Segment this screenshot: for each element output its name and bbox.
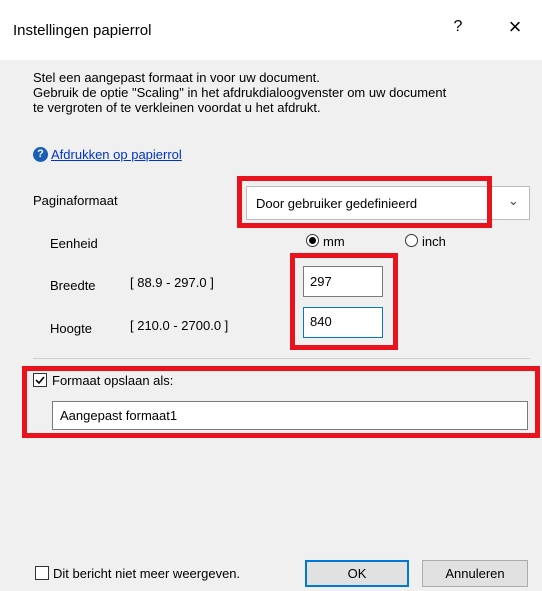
unit-label: Eenheid (50, 236, 98, 251)
help-link[interactable]: Afdrukken op papierrol (51, 147, 182, 162)
intro-line-3: te vergroten of te verkleinen voordat u … (33, 100, 321, 115)
intro-text: Stel een aangepast formaat in voor uw do… (33, 70, 446, 115)
separator (33, 358, 530, 359)
help-button[interactable]: ? (448, 18, 468, 36)
chevron-down-icon: ⌄ (508, 193, 519, 208)
unit-radio-mm[interactable] (306, 234, 319, 247)
close-button[interactable]: × (503, 14, 527, 40)
highlight-save-format (22, 366, 540, 438)
intro-line-1: Stel een aangepast formaat in voor uw do… (33, 70, 320, 85)
unit-mm-label: mm (323, 234, 345, 249)
highlight-paper-size (237, 176, 492, 228)
dialog-title: Instellingen papierrol (13, 22, 152, 39)
unit-inch-label: inch (422, 234, 446, 249)
dont-show-label: Dit bericht niet meer weergeven. (53, 566, 241, 581)
unit-radio-inch[interactable] (405, 234, 418, 247)
intro-line-2: Gebruik de optie "Scaling" in het afdruk… (33, 85, 447, 100)
radio-selected-dot (309, 237, 316, 244)
highlight-dimensions (290, 253, 398, 350)
question-circle-icon: ? (33, 147, 48, 162)
paper-size-label: Paginaformaat (33, 193, 118, 208)
cancel-button[interactable]: Annuleren (422, 560, 528, 587)
width-range: [ 88.9 - 297.0 ] (130, 275, 214, 290)
width-label: Breedte (50, 278, 96, 293)
height-label: Hoogte (50, 321, 92, 336)
ok-button[interactable]: OK (305, 560, 409, 587)
dont-show-checkbox[interactable] (35, 566, 49, 580)
height-range: [ 210.0 - 2700.0 ] (130, 318, 229, 333)
